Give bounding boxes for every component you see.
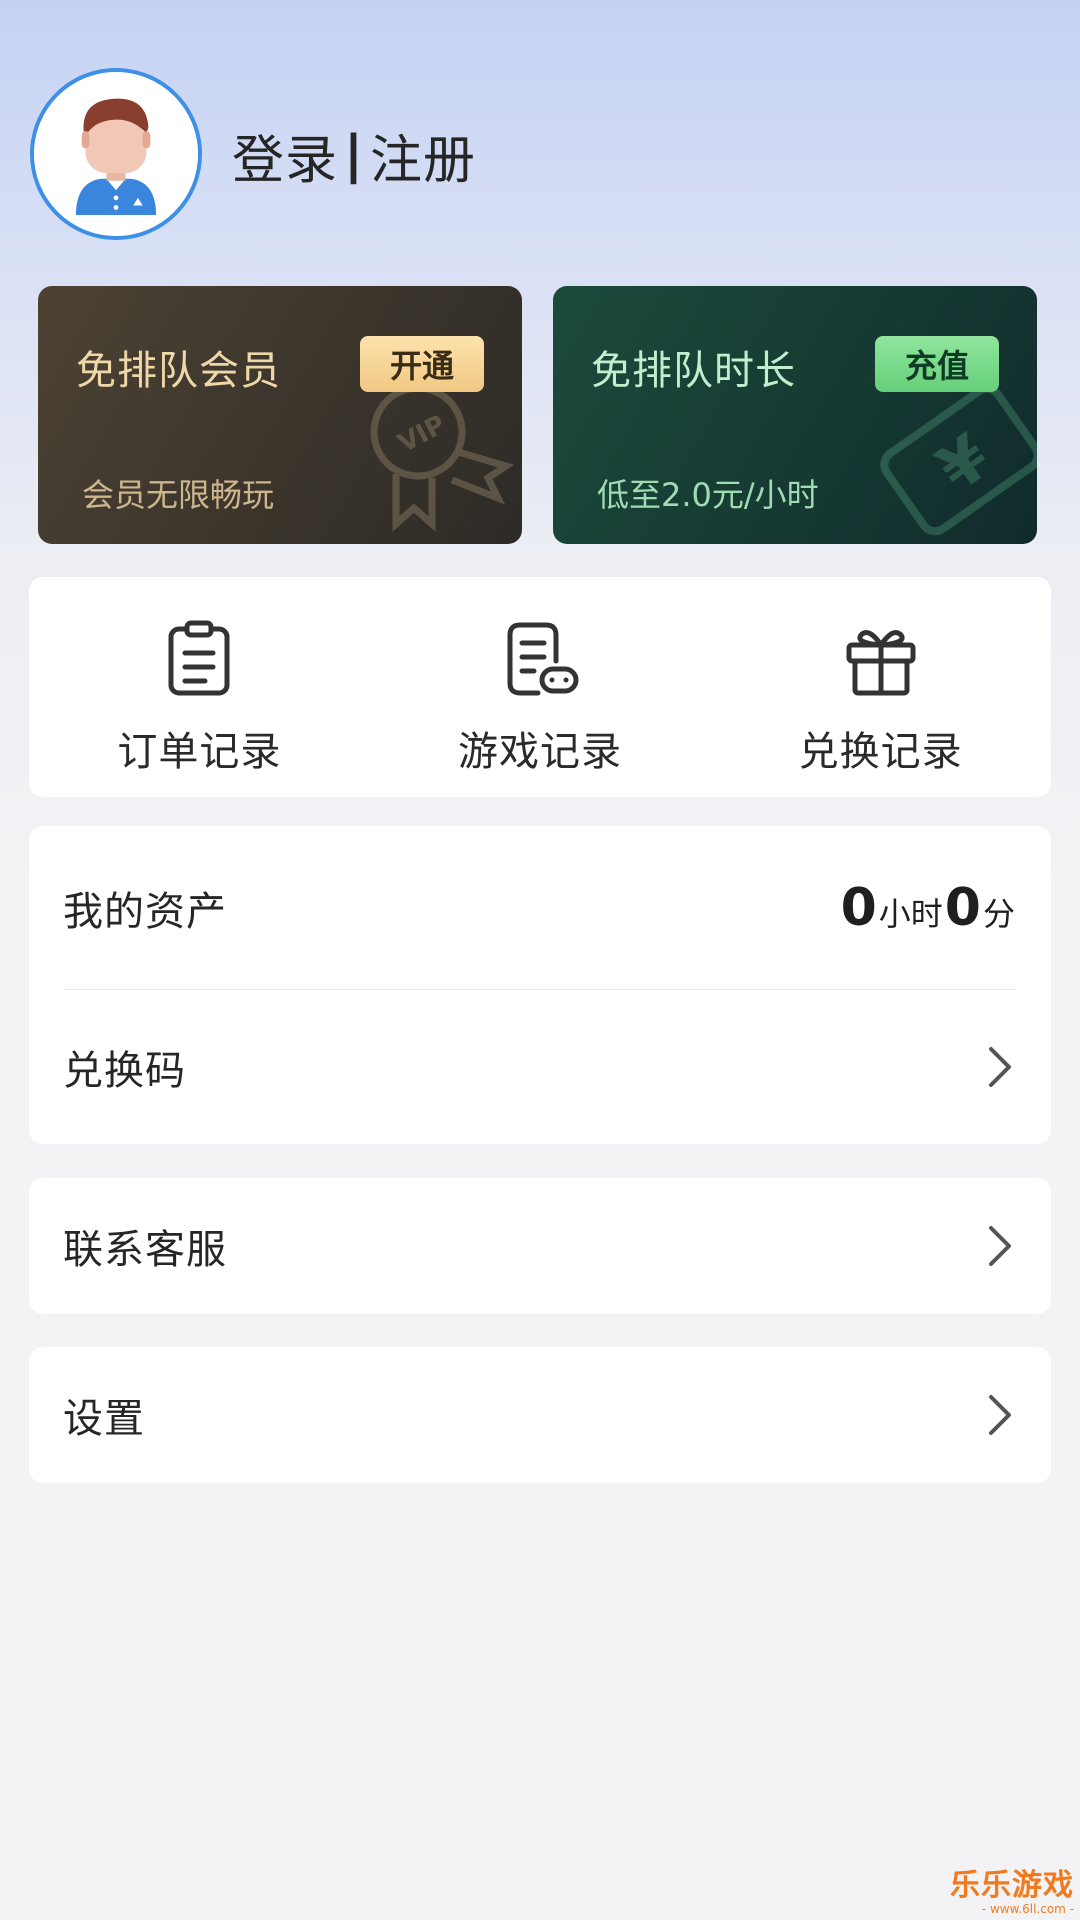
records-panel: 订单记录 游戏记录 兑换记录 [29,577,1051,797]
settings-row[interactable]: 设置 [29,1347,1051,1483]
time-card-subtitle: 低至2.0元/小时 [597,476,819,514]
redeem-code-row[interactable]: 兑换码 [63,990,1017,1144]
redeem-records-button[interactable]: 兑换记录 [710,577,1051,797]
settings-label: 设置 [63,1396,145,1442]
order-records-label: 订单记录 [117,729,282,775]
asset-minutes-unit: 分 [982,894,1015,933]
game-records-label: 游戏记录 [458,729,622,775]
redeem-code-label: 兑换码 [63,1048,186,1094]
vip-badge-icon: VIP [370,384,515,532]
asset-balance: 0 小时 0 分 [841,878,1017,938]
customer-service-label: 联系客服 [63,1227,227,1273]
customer-service-row[interactable]: 联系客服 [29,1178,1051,1314]
gamepad-doc-icon [507,622,579,696]
yen-ticket-icon: ¥ [880,384,1037,536]
open-membership-button[interactable]: 开通 [360,336,484,392]
redeem-records-label: 兑换记录 [798,729,963,775]
login-label[interactable]: 登录 [232,118,338,193]
my-assets-row: 我的资产 0 小时 0 分 [63,826,1017,990]
avatar[interactable] [30,68,202,240]
vip-card-title: 免排队会员 [76,348,281,394]
chevron-right-icon [989,1047,1011,1087]
asset-hours: 0 [840,877,877,938]
watermark-logo: 乐乐游戏 - www.6ll.com - [950,1860,1074,1916]
login-register-link[interactable]: 登录 | 注册 [232,118,476,192]
watermark-title: 乐乐游戏 [950,1868,1074,1903]
order-records-button[interactable]: 订单记录 [29,577,370,797]
asset-minutes: 0 [944,877,981,938]
clipboard-icon [168,620,230,696]
recharge-button[interactable]: 充值 [875,336,999,392]
asset-hours-unit: 小时 [878,894,943,933]
my-assets-label: 我的资产 [63,888,227,935]
vip-badge-text: VIP [393,410,450,459]
chevron-right-icon [989,1395,1011,1435]
vip-card-subtitle: 会员无限畅玩 [82,476,275,514]
user-avatar-icon [34,72,198,236]
time-card-title: 免排队时长 [591,348,796,394]
login-separator: | [344,125,365,185]
vip-membership-card[interactable]: VIP 免排队会员 开通 会员无限畅玩 [38,286,522,544]
queue-time-card[interactable]: ¥ 免排队时长 充值 低至2.0元/小时 [553,286,1037,544]
assets-panel: 我的资产 0 小时 0 分 兑换码 [29,826,1051,1144]
chevron-right-icon [989,1226,1011,1266]
game-records-button[interactable]: 游戏记录 [370,577,711,797]
watermark-url: - www.6ll.com - [981,1902,1074,1916]
gift-icon [846,630,916,696]
register-label[interactable]: 注册 [370,118,476,193]
